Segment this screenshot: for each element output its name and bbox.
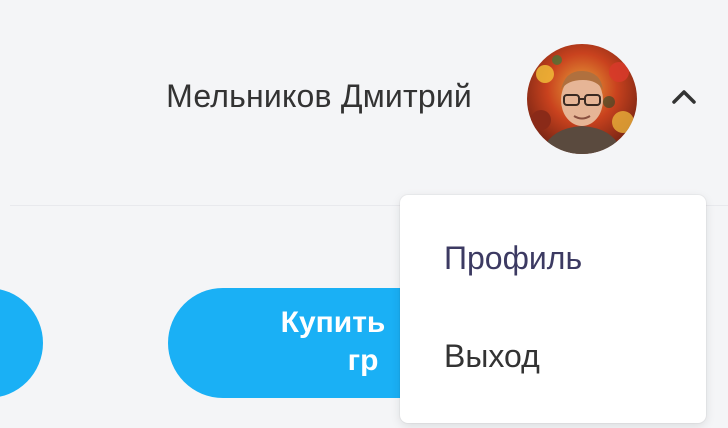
user-avatar-icon xyxy=(527,44,637,154)
chevron-up-icon xyxy=(672,90,696,104)
user-name[interactable]: Мельников Дмитрий xyxy=(166,78,472,115)
action-button[interactable] xyxy=(0,288,43,398)
page: Мельников Дмитрий Купить гр Профиль Выхо… xyxy=(0,0,728,428)
menu-toggle-button[interactable] xyxy=(664,80,704,112)
menu-item-logout[interactable]: Выход xyxy=(444,338,540,375)
user-dropdown-menu: Профиль Выход xyxy=(400,195,706,423)
avatar[interactable] xyxy=(527,44,637,154)
menu-item-profile[interactable]: Профиль xyxy=(444,240,582,277)
